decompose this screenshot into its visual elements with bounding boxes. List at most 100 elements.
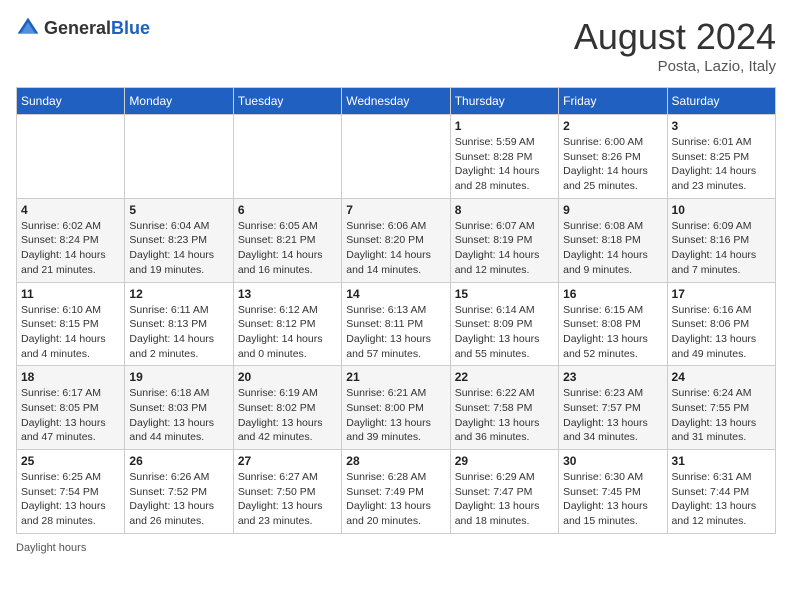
calendar-day-cell: 23 Sunrise: 6:23 AM Sunset: 7:57 PM Dayli… <box>559 366 667 450</box>
calendar-header-row: SundayMondayTuesdayWednesdayThursdayFrid… <box>17 88 776 115</box>
day-number: 15 <box>455 287 554 301</box>
calendar-day-cell: 10 Sunrise: 6:09 AM Sunset: 8:16 PM Dayli… <box>667 198 775 282</box>
calendar-day-cell: 15 Sunrise: 6:14 AM Sunset: 8:09 PM Dayli… <box>450 282 558 366</box>
day-number: 28 <box>346 454 445 468</box>
day-number: 21 <box>346 370 445 384</box>
calendar-day-cell: 18Sunrise: 6:17 AM Sunset: 8:05 PM Dayli… <box>17 366 125 450</box>
calendar-day-header: Friday <box>559 88 667 115</box>
day-info: Sunrise: 6:04 AM Sunset: 8:23 PM Dayligh… <box>129 219 228 278</box>
calendar-day-cell <box>342 115 450 199</box>
calendar-day-cell: 12 Sunrise: 6:11 AM Sunset: 8:13 PM Dayli… <box>125 282 233 366</box>
day-info: Sunrise: 6:09 AM Sunset: 8:16 PM Dayligh… <box>672 219 771 278</box>
calendar-day-cell: 9 Sunrise: 6:08 AM Sunset: 8:18 PM Daylig… <box>559 198 667 282</box>
calendar-day-cell <box>233 115 341 199</box>
calendar-day-header: Sunday <box>17 88 125 115</box>
day-number: 19 <box>129 370 228 384</box>
calendar-day-cell: 3 Sunrise: 6:01 AM Sunset: 8:25 PM Daylig… <box>667 115 775 199</box>
day-info: Sunrise: 6:27 AM Sunset: 7:50 PM Dayligh… <box>238 470 337 529</box>
calendar-day-cell: 28 Sunrise: 6:28 AM Sunset: 7:49 PM Dayli… <box>342 450 450 534</box>
calendar-day-cell: 11 Sunrise: 6:10 AM Sunset: 8:15 PM Dayli… <box>17 282 125 366</box>
calendar-day-cell: 2 Sunrise: 6:00 AM Sunset: 8:26 PM Daylig… <box>559 115 667 199</box>
day-info: Sunrise: 6:24 AM Sunset: 7:55 PM Dayligh… <box>672 386 771 445</box>
day-number: 14 <box>346 287 445 301</box>
day-number: 24 <box>672 370 771 384</box>
day-number: 20 <box>238 370 337 384</box>
day-number: 16 <box>563 287 662 301</box>
title-block: August 2024 Posta, Lazio, Italy <box>574 16 776 75</box>
calendar-day-cell: 20 Sunrise: 6:19 AM Sunset: 8:02 PM Dayli… <box>233 366 341 450</box>
calendar-day-cell <box>17 115 125 199</box>
day-info: Sunrise: 6:06 AM Sunset: 8:20 PM Dayligh… <box>346 219 445 278</box>
day-info: Sunrise: 6:30 AM Sunset: 7:45 PM Dayligh… <box>563 470 662 529</box>
logo-text-blue: Blue <box>111 18 150 38</box>
calendar-day-header: Wednesday <box>342 88 450 115</box>
calendar-day-cell: 25Sunrise: 6:25 AM Sunset: 7:54 PM Dayli… <box>17 450 125 534</box>
day-info: Sunrise: 6:00 AM Sunset: 8:26 PM Dayligh… <box>563 135 662 194</box>
calendar-day-cell: 8 Sunrise: 6:07 AM Sunset: 8:19 PM Daylig… <box>450 198 558 282</box>
day-number: 4 <box>21 203 120 217</box>
day-number: 23 <box>563 370 662 384</box>
day-info: Sunrise: 6:18 AM Sunset: 8:03 PM Dayligh… <box>129 386 228 445</box>
day-number: 5 <box>129 203 228 217</box>
day-number: 13 <box>238 287 337 301</box>
day-info: Sunrise: 6:14 AM Sunset: 8:09 PM Dayligh… <box>455 303 554 362</box>
day-info: Sunrise: 6:19 AM Sunset: 8:02 PM Dayligh… <box>238 386 337 445</box>
day-number: 9 <box>563 203 662 217</box>
day-number: 25 <box>21 454 120 468</box>
day-number: 2 <box>563 119 662 133</box>
day-info: Sunrise: 6:01 AM Sunset: 8:25 PM Dayligh… <box>672 135 771 194</box>
calendar-day-cell <box>125 115 233 199</box>
calendar-day-cell: 17 Sunrise: 6:16 AM Sunset: 8:06 PM Dayli… <box>667 282 775 366</box>
day-number: 17 <box>672 287 771 301</box>
day-info: Sunrise: 6:02 AM Sunset: 8:24 PM Dayligh… <box>21 219 120 278</box>
day-number: 30 <box>563 454 662 468</box>
day-number: 3 <box>672 119 771 133</box>
day-info: Sunrise: 6:28 AM Sunset: 7:49 PM Dayligh… <box>346 470 445 529</box>
footer-note: Daylight hours <box>16 542 776 554</box>
calendar-day-cell: 13Sunrise: 6:12 AM Sunset: 8:12 PM Dayli… <box>233 282 341 366</box>
day-info: Sunrise: 6:13 AM Sunset: 8:11 PM Dayligh… <box>346 303 445 362</box>
day-info: Sunrise: 6:22 AM Sunset: 7:58 PM Dayligh… <box>455 386 554 445</box>
calendar-day-cell: 26Sunrise: 6:26 AM Sunset: 7:52 PM Dayli… <box>125 450 233 534</box>
calendar-day-header: Thursday <box>450 88 558 115</box>
day-info: Sunrise: 6:17 AM Sunset: 8:05 PM Dayligh… <box>21 386 120 445</box>
day-info: Sunrise: 6:16 AM Sunset: 8:06 PM Dayligh… <box>672 303 771 362</box>
day-info: Sunrise: 6:11 AM Sunset: 8:13 PM Dayligh… <box>129 303 228 362</box>
day-info: Sunrise: 6:23 AM Sunset: 7:57 PM Dayligh… <box>563 386 662 445</box>
calendar-week-row: 25Sunrise: 6:25 AM Sunset: 7:54 PM Dayli… <box>17 450 776 534</box>
day-number: 12 <box>129 287 228 301</box>
calendar-day-cell: 31 Sunrise: 6:31 AM Sunset: 7:44 PM Dayli… <box>667 450 775 534</box>
calendar-week-row: 11 Sunrise: 6:10 AM Sunset: 8:15 PM Dayli… <box>17 282 776 366</box>
day-number: 7 <box>346 203 445 217</box>
calendar-day-cell: 22 Sunrise: 6:22 AM Sunset: 7:58 PM Dayli… <box>450 366 558 450</box>
calendar-day-cell: 27 Sunrise: 6:27 AM Sunset: 7:50 PM Dayli… <box>233 450 341 534</box>
day-info: Sunrise: 6:08 AM Sunset: 8:18 PM Dayligh… <box>563 219 662 278</box>
calendar-day-cell: 19 Sunrise: 6:18 AM Sunset: 8:03 PM Dayli… <box>125 366 233 450</box>
calendar-day-cell: 29Sunrise: 6:29 AM Sunset: 7:47 PM Dayli… <box>450 450 558 534</box>
day-info: Sunrise: 6:07 AM Sunset: 8:19 PM Dayligh… <box>455 219 554 278</box>
calendar-table: SundayMondayTuesdayWednesdayThursdayFrid… <box>16 87 776 534</box>
calendar-week-row: 1 Sunrise: 5:59 AM Sunset: 8:28 PM Daylig… <box>17 115 776 199</box>
daylight-hours-label: Daylight hours <box>16 542 86 554</box>
calendar-day-header: Tuesday <box>233 88 341 115</box>
day-number: 10 <box>672 203 771 217</box>
day-info: Sunrise: 6:15 AM Sunset: 8:08 PM Dayligh… <box>563 303 662 362</box>
calendar-day-cell: 7 Sunrise: 6:06 AM Sunset: 8:20 PM Daylig… <box>342 198 450 282</box>
day-number: 8 <box>455 203 554 217</box>
day-info: Sunrise: 6:05 AM Sunset: 8:21 PM Dayligh… <box>238 219 337 278</box>
calendar-day-cell: 24 Sunrise: 6:24 AM Sunset: 7:55 PM Dayli… <box>667 366 775 450</box>
day-number: 31 <box>672 454 771 468</box>
calendar-day-cell: 5 Sunrise: 6:04 AM Sunset: 8:23 PM Daylig… <box>125 198 233 282</box>
calendar-day-header: Monday <box>125 88 233 115</box>
day-number: 27 <box>238 454 337 468</box>
calendar-day-cell: 30 Sunrise: 6:30 AM Sunset: 7:45 PM Dayli… <box>559 450 667 534</box>
day-number: 1 <box>455 119 554 133</box>
day-number: 6 <box>238 203 337 217</box>
day-number: 11 <box>21 287 120 301</box>
calendar-day-cell: 1 Sunrise: 5:59 AM Sunset: 8:28 PM Daylig… <box>450 115 558 199</box>
day-number: 22 <box>455 370 554 384</box>
day-info: Sunrise: 6:29 AM Sunset: 7:47 PM Dayligh… <box>455 470 554 529</box>
day-info: Sunrise: 6:10 AM Sunset: 8:15 PM Dayligh… <box>21 303 120 362</box>
day-info: Sunrise: 6:31 AM Sunset: 7:44 PM Dayligh… <box>672 470 771 529</box>
day-info: Sunrise: 5:59 AM Sunset: 8:28 PM Dayligh… <box>455 135 554 194</box>
